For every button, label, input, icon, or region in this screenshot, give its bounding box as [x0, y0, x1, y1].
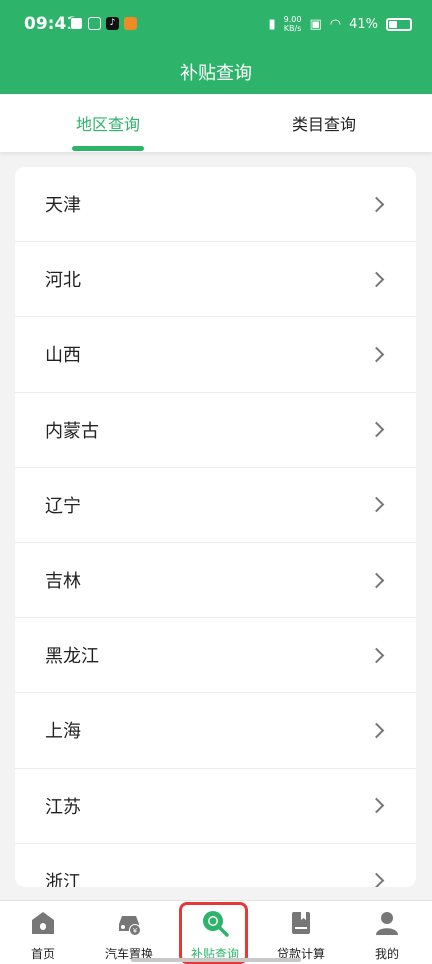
chevron-right-icon — [368, 572, 385, 588]
region-label: 山西 — [45, 345, 81, 367]
page-title: 补贴查询 — [180, 63, 252, 84]
battery-percent: 41% — [349, 16, 378, 32]
chevron-right-icon — [368, 797, 385, 814]
status-bar: 09:41 ♪ ▮ 9.00 KB/s ▣ ◠ 41% — [0, 0, 432, 50]
region-row-jiangsu[interactable]: 江苏 — [15, 769, 416, 844]
battery-icon — [386, 17, 412, 31]
region-row-neimenggu[interactable]: 内蒙古 — [15, 393, 416, 468]
region-row-tianjin[interactable]: 天津 — [15, 167, 416, 243]
region-label: 江苏 — [45, 796, 81, 818]
chevron-right-icon — [368, 647, 385, 663]
shopping-app-icon — [124, 17, 137, 30]
nav-home[interactable]: 首页 — [0, 901, 86, 964]
tab-category-query[interactable]: 类目查询 — [216, 94, 432, 152]
user-icon — [376, 912, 398, 935]
region-row-jilin[interactable]: 吉林 — [15, 543, 416, 619]
status-indicators: ▮ 9.00 KB/s ▣ ◠ 41% — [268, 15, 412, 33]
chevron-right-icon — [368, 196, 385, 212]
nav-car-exchange[interactable]: ¥ 汽车置换 — [86, 901, 172, 964]
region-row-zhejiang[interactable]: 浙江 — [15, 844, 416, 887]
nav-mine[interactable]: 我的 — [344, 901, 430, 964]
chevron-right-icon — [368, 873, 385, 887]
region-row-heilongjiang[interactable]: 黑龙江 — [15, 618, 416, 694]
region-row-shanghai[interactable]: 上海 — [15, 693, 416, 769]
book-icon — [292, 912, 310, 934]
svg-text:¥: ¥ — [133, 927, 138, 935]
region-row-shanxi[interactable]: 山西 — [15, 317, 416, 393]
active-tab-indicator — [72, 146, 144, 151]
page-title-bar: 补贴查询 — [0, 50, 432, 94]
tab-region-query[interactable]: 地区查询 — [0, 94, 216, 152]
status-app-icons: ♪ — [70, 17, 137, 30]
tiktok-icon: ♪ — [106, 17, 119, 30]
wechat-icon — [88, 17, 101, 30]
region-label: 吉林 — [45, 571, 81, 593]
chevron-right-icon — [368, 497, 385, 513]
region-list: 天津 河北 山西 内蒙古 辽宁 吉林 黑龙江 上海 江苏 浙江 — [15, 167, 416, 887]
sim-icon: ▣ — [309, 16, 322, 32]
region-label: 内蒙古 — [45, 420, 99, 442]
region-row-liaoning[interactable]: 辽宁 — [15, 468, 416, 543]
gesture-home-bar[interactable] — [131, 958, 301, 962]
home-icon — [32, 912, 54, 934]
query-tabs: 地区查询 类目查询 — [0, 94, 432, 152]
region-label: 河北 — [45, 270, 81, 292]
vibrate-icon: ▮ — [268, 16, 276, 32]
network-speed: 9.00 KB/s — [283, 15, 302, 33]
region-label: 黑龙江 — [45, 646, 99, 668]
region-row-hebei[interactable]: 河北 — [15, 242, 416, 318]
region-label: 天津 — [45, 195, 81, 217]
chevron-right-icon — [368, 346, 385, 363]
region-label: 上海 — [45, 721, 81, 743]
wifi-icon: ◠ — [329, 16, 342, 32]
region-label: 辽宁 — [45, 495, 81, 517]
chevron-right-icon — [368, 271, 385, 288]
app-notification-icon — [70, 17, 83, 30]
car-exchange-icon: ¥ — [119, 916, 141, 936]
region-label: 浙江 — [45, 871, 81, 887]
nav-loan-calculator[interactable]: 贷款计算 — [258, 901, 344, 964]
chevron-right-icon — [368, 421, 385, 438]
chevron-right-icon — [368, 722, 385, 739]
highlight-annotation-box — [179, 902, 248, 964]
